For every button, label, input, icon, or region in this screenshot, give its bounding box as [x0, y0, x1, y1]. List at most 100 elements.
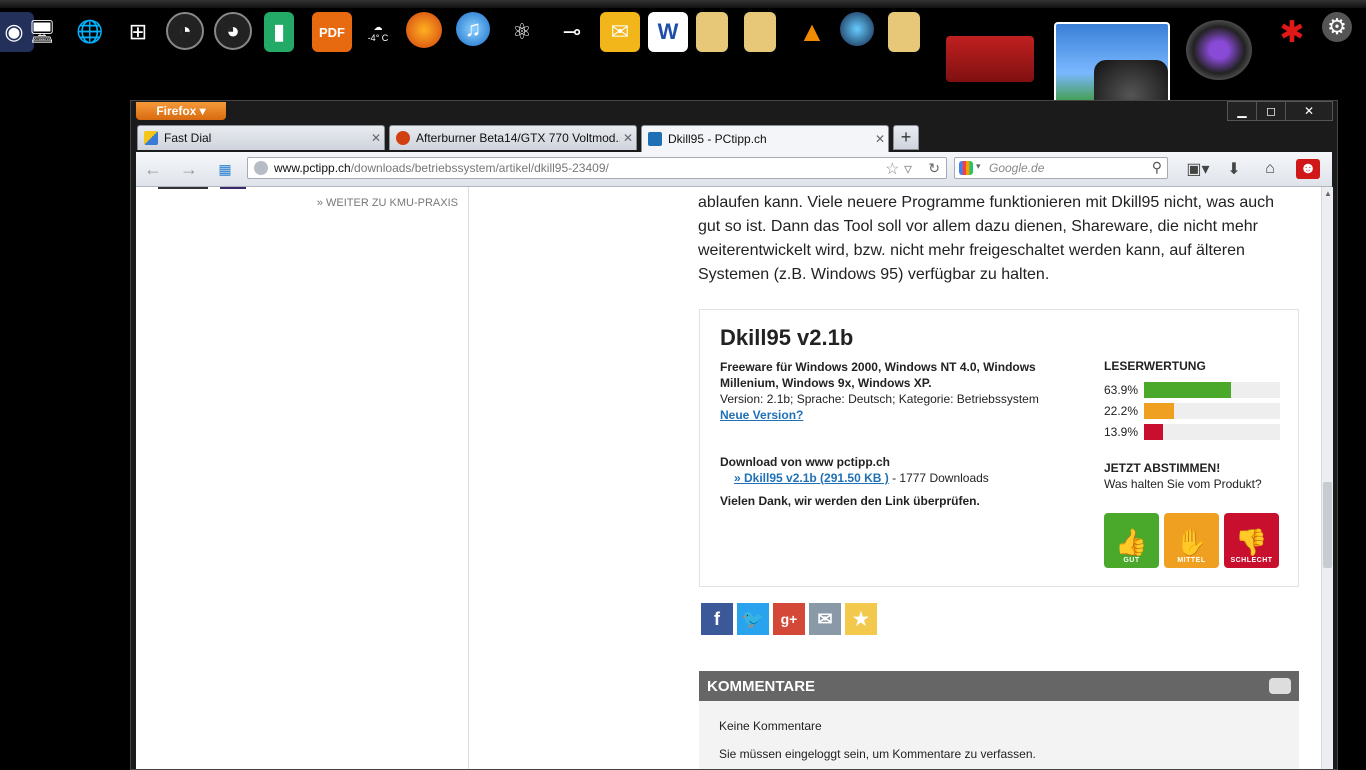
word-icon-label: W [657, 19, 679, 44]
close-tab-icon[interactable]: ✕ [620, 131, 636, 145]
site-identity-icon[interactable] [254, 161, 268, 175]
vertical-scrollbar[interactable]: ▲ [1321, 187, 1333, 769]
kmu-praxis-link[interactable]: » WEITER ZU KMU-PRAXIS [317, 197, 458, 209]
pdf-icon[interactable]: PDF [312, 12, 352, 52]
navigation-toolbar: ← → ▦ www.pctipp.ch/downloads/betriebssy… [136, 152, 1332, 187]
computer-icon[interactable]: 🌐 [70, 12, 110, 52]
download-details: Version: 2.1b; Sprache: Deutsch; Kategor… [720, 392, 1039, 406]
puzzle-icon[interactable]: ✱ [1272, 12, 1312, 52]
windows-icon[interactable]: ⊞ [118, 12, 158, 52]
maximize-button[interactable]: ◻ [1256, 101, 1286, 121]
vote-good-label: GUT [1123, 557, 1140, 564]
download-file-link[interactable]: » Dkill95 v2.1b (291.50 KB ) [720, 471, 889, 485]
browser-window: Firefox ▾ ▁ ◻ ✕ Fast Dial ✕ Afterburner … [130, 100, 1338, 770]
rating-heading: LESERWERTUNG [1104, 359, 1206, 373]
search-icon[interactable]: ⚲ [1152, 159, 1162, 176]
settings-icon[interactable]: ⚙ [1322, 12, 1352, 42]
close-tab-icon[interactable]: ✕ [368, 131, 384, 145]
vote-heading: JETZT ABSTIMMEN! [1104, 461, 1221, 475]
rating-percent: 63.9% [1104, 382, 1139, 397]
bookmark-star-icon[interactable]: ☆ ▿ [885, 159, 912, 179]
thumbs-sideways-icon: ✋ [1175, 527, 1208, 557]
google-earth-icon[interactable] [840, 12, 874, 46]
bookmarks-menu-icon[interactable]: ▣▾ [1181, 159, 1215, 179]
sidebar-image [158, 187, 208, 189]
scroll-up-icon[interactable]: ▲ [1324, 189, 1332, 198]
rating-row: 13.9% [1104, 421, 1280, 442]
comments-section: KOMMENTARE Keine Kommentare Sie müssen e… [699, 671, 1299, 769]
key-icon[interactable]: ⊸ [552, 12, 592, 52]
comments-header: KOMMENTARE [699, 671, 1299, 701]
downloads-icon[interactable]: ⬇ [1222, 159, 1246, 179]
facebook-icon[interactable]: f [701, 603, 733, 635]
search-engine-dropdown-icon[interactable]: ▾ [976, 161, 981, 172]
rating-bar [1144, 381, 1280, 398]
url-domain: www.pctipp.ch [274, 161, 351, 175]
email-icon[interactable]: ✉ [809, 603, 841, 635]
license-text: Freeware für Windows 2000, Windows NT 4.… [720, 360, 1036, 390]
fast-dial-grid-icon[interactable]: ▦ [214, 159, 236, 179]
minimize-button[interactable]: ▁ [1227, 101, 1257, 121]
download-box: Dkill95 v2.1b Freeware für Windows 2000,… [699, 309, 1299, 587]
folder-icon[interactable] [696, 12, 728, 52]
vote-bad-label: SCHLECHT [1230, 557, 1273, 564]
weather-icon[interactable]: ☁ -4° C [358, 12, 398, 52]
itunes-icon[interactable]: ♫ [456, 12, 490, 46]
download-title: Dkill95 v2.1b [720, 325, 854, 350]
rating-bar-fill [1144, 402, 1175, 419]
new-version-link[interactable]: Neue Version? [720, 408, 803, 422]
word-icon[interactable]: W [648, 12, 688, 52]
firefox-menu-button[interactable]: Firefox ▾ [136, 102, 226, 120]
fast-dial-icon [144, 131, 158, 145]
close-tab-icon[interactable]: ✕ [872, 132, 888, 146]
scrollbar-thumb[interactable] [1323, 482, 1332, 568]
computer-icon[interactable]: 🖥 [22, 12, 62, 52]
rating-bar [1144, 423, 1280, 440]
tab-dkill95[interactable]: Dkill95 - PCtipp.ch ✕ [641, 125, 889, 152]
google-plus-icon[interactable]: g+ [773, 603, 805, 635]
back-icon[interactable]: ← [142, 159, 164, 179]
firefox-menu-label: Firefox [156, 104, 197, 118]
rating-row: 22.2% [1104, 400, 1280, 421]
desktop-dock: ◉ 🖥 🌐 ⊞ ◔ ◕ ▮ PDF ☁ -4° C ♫ ⚛ ⊸ ✉ W ▲ ✱ ⚙ [0, 0, 1366, 130]
url-bar[interactable]: www.pctipp.ch/downloads/betriebssystem/a… [247, 157, 947, 179]
download-info: Freeware für Windows 2000, Windows NT 4.… [720, 359, 1070, 423]
favorite-icon[interactable]: ★ [845, 603, 877, 635]
close-window-button[interactable]: ✕ [1285, 101, 1333, 121]
folder-icon[interactable] [888, 12, 920, 52]
page-content: » WEITER ZU KMU-PRAXIS ablaufen kann. Vi… [136, 187, 1321, 769]
reload-icon[interactable]: ↻ [928, 160, 940, 177]
battery-icon[interactable]: ▮ [264, 12, 294, 52]
tab-label: Afterburner Beta14/GTX 770 Voltmod... [416, 131, 620, 145]
tab-label: Fast Dial [164, 131, 212, 145]
rating-row: 63.9% [1104, 379, 1280, 400]
pdf-icon-label: PDF [319, 24, 345, 40]
forward-icon[interactable]: → [178, 159, 200, 179]
outlook-icon[interactable]: ✉ [600, 12, 640, 52]
lens-icon[interactable] [1186, 20, 1252, 80]
globe-icon[interactable]: ⚛ [502, 12, 542, 52]
thumbs-up-icon: 👍 [1115, 527, 1148, 557]
addon-icon[interactable]: ☻ [1296, 159, 1320, 179]
home-icon[interactable]: ⌂ [1258, 159, 1282, 179]
new-tab-button[interactable]: + [893, 125, 919, 150]
google-icon[interactable] [959, 161, 973, 175]
login-note: Sie müssen eingeloggt sein, um Kommentar… [719, 747, 1036, 761]
firefox-icon[interactable] [406, 12, 442, 48]
book-icon[interactable] [946, 36, 1034, 82]
twitter-icon[interactable]: 🐦 [737, 603, 769, 635]
dock-top-band [0, 0, 1366, 8]
vlc-icon[interactable]: ▲ [792, 12, 832, 52]
vote-good-button[interactable]: 👍 GUT [1104, 513, 1159, 568]
search-bar[interactable]: ▾ Google.de ⚲ [954, 157, 1168, 179]
gauge-icon[interactable]: ◕ [214, 12, 252, 50]
tab-afterburner[interactable]: Afterburner Beta14/GTX 770 Voltmod... ✕ [389, 125, 637, 150]
comment-bubble-icon[interactable] [1269, 678, 1291, 694]
gauge-icon[interactable]: ◔ [166, 12, 204, 50]
vote-medium-button[interactable]: ✋ MITTEL [1164, 513, 1219, 568]
tab-fast-dial[interactable]: Fast Dial ✕ [137, 125, 385, 150]
window-controls: ▁ ◻ ✕ [1227, 101, 1333, 121]
rating-bar [1144, 402, 1280, 419]
drive-icon[interactable] [744, 12, 776, 52]
vote-bad-button[interactable]: 👎 SCHLECHT [1224, 513, 1279, 568]
